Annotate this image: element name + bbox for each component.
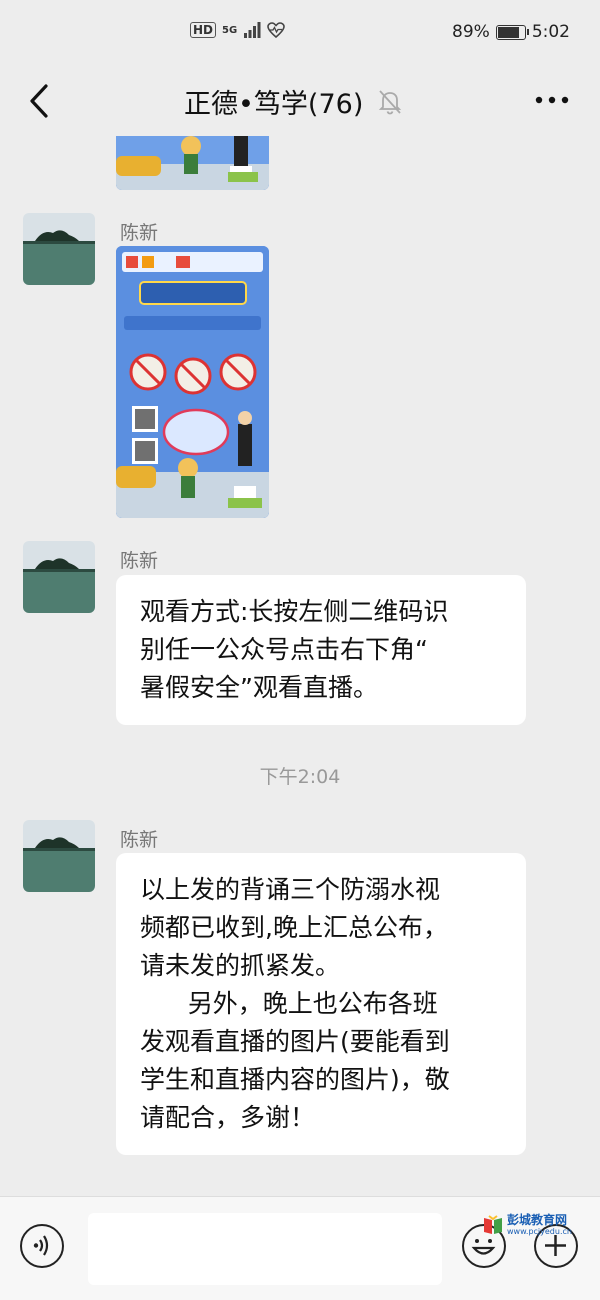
text-bubble[interactable]: 以上发的背诵三个防溺水视 频都已收到,晚上汇总公布， 请未发的抓紧发。 另外，晚…: [116, 853, 526, 1155]
heart-rate-icon: [267, 22, 285, 38]
chat-title: 正德•笃学(76): [184, 89, 364, 120]
text-bubble[interactable]: 观看方式:长按左侧二维码识 别任一公众号点击右下角“ 暑假安全”观看直播。: [116, 575, 526, 725]
image-message[interactable]: [116, 246, 269, 518]
poster-image: [116, 246, 269, 518]
sender-name: 陈新: [120, 550, 159, 572]
watermark-name: 彭城教育网: [507, 1213, 568, 1227]
message-input[interactable]: [88, 1213, 442, 1285]
message-timestamp: 下午2:04: [259, 766, 341, 788]
voice-icon[interactable]: [20, 1224, 64, 1268]
chat-header: 正德•笃学(76): [0, 66, 600, 136]
battery-icon: [495, 24, 529, 40]
avatar[interactable]: [23, 820, 95, 892]
lake-avatar-image: [23, 541, 95, 613]
hd-badge: HD: [190, 22, 217, 38]
status-bar: HD 5G 89% 5:02: [0, 0, 600, 66]
bell-off-icon: [379, 89, 402, 114]
battery-level: [497, 26, 520, 38]
chevron-left-icon[interactable]: [22, 80, 58, 122]
signal-icon: [244, 22, 261, 38]
sender-name: 陈新: [120, 829, 159, 851]
avatar[interactable]: [23, 541, 95, 613]
site-watermark: 彭城教育网 www.pcjyedu.cn: [482, 1214, 572, 1236]
input-bar: [0, 1196, 600, 1300]
more-horizontal-icon[interactable]: [534, 90, 570, 110]
battery-percent: 89%: [452, 22, 490, 42]
network-type: 5G: [222, 24, 238, 36]
chat-messages[interactable]: 陈新 陈新 观看方式:长按左侧二维码识 别任一公众号点击右下角“ 暑假安全”观看…: [0, 136, 600, 1196]
sender-name: 陈新: [120, 222, 159, 244]
poster-bottom-image: [116, 136, 269, 190]
image-message[interactable]: [116, 136, 269, 190]
watermark-url: www.pcjyedu.cn: [507, 1227, 572, 1236]
status-indicators: HD 5G: [190, 22, 285, 38]
voice-wave-icon: [33, 1235, 49, 1256]
book-logo-icon: [484, 1215, 502, 1234]
clock: 5:02: [531, 22, 570, 42]
avatar[interactable]: [23, 213, 95, 285]
lake-avatar-image: [23, 213, 95, 285]
lake-avatar-image: [23, 820, 95, 892]
status-right: 89% 5:02: [452, 22, 570, 42]
title-group: 正德•笃学(76): [184, 82, 403, 121]
